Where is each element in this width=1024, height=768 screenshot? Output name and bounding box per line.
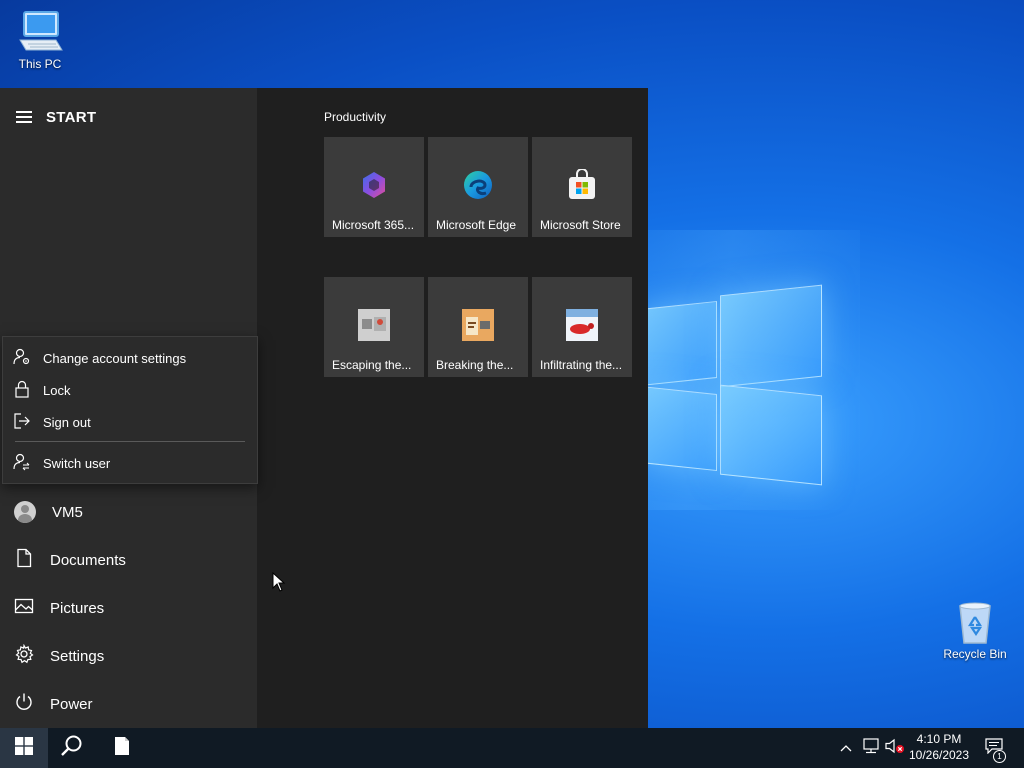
- show-hidden-icons-button[interactable]: [836, 728, 856, 768]
- tile-escaping-the[interactable]: Escaping the...: [324, 277, 424, 377]
- document-icon: [14, 548, 34, 572]
- picture-icon: [14, 596, 34, 620]
- wallpaper-windows-logo: [640, 284, 825, 486]
- change-account-settings-item[interactable]: Change account settings: [13, 345, 186, 371]
- notification-icon: 1: [985, 737, 1006, 763]
- user-account-button[interactable]: VM5: [14, 496, 83, 528]
- tile-microsoft-store[interactable]: Microsoft Store: [532, 137, 632, 237]
- tile-label: Microsoft 365...: [332, 218, 415, 232]
- desktop-icon-recycle-bin[interactable]: Recycle Bin: [935, 600, 1015, 661]
- nav-label: Pictures: [50, 599, 105, 617]
- computer-icon: [16, 10, 64, 54]
- tile-label: Microsoft Edge: [436, 218, 517, 232]
- menu-label: Change account settings: [43, 350, 187, 366]
- settings-button[interactable]: Settings: [14, 640, 104, 672]
- desktop-icon-label: This PC: [18, 57, 62, 71]
- file-icon: [114, 736, 130, 761]
- volume-button[interactable]: [884, 728, 906, 768]
- menu-label: Switch user: [43, 455, 111, 471]
- tile-label: Infiltrating the...: [540, 358, 623, 372]
- clock-date: 10/26/2023: [908, 748, 970, 762]
- tile-label: Microsoft Store: [540, 218, 621, 232]
- mouse-pointer-icon: [272, 571, 286, 597]
- nav-label: Documents: [50, 551, 126, 569]
- edge-icon: [462, 169, 494, 201]
- nav-label: Power: [50, 695, 93, 713]
- tile-microsoft-edge[interactable]: Microsoft Edge: [428, 137, 528, 237]
- taskbar: 4:10 PM 10/26/2023 1: [0, 728, 1024, 768]
- action-center-button[interactable]: 1: [982, 728, 1006, 768]
- chevron-up-icon: [840, 739, 852, 757]
- start-menu: START Change account settings Lock Sign …: [0, 88, 648, 728]
- clock-button[interactable]: 4:10 PM 10/26/2023: [905, 731, 973, 763]
- game-thumbnail-icon: [358, 309, 390, 341]
- tile-label: Breaking the...: [436, 358, 514, 372]
- start-title: START: [46, 108, 97, 126]
- user-avatar-icon: [14, 501, 36, 523]
- notification-count-badge: 1: [993, 749, 1006, 763]
- power-button[interactable]: Power: [14, 688, 93, 720]
- search-button[interactable]: [48, 728, 96, 768]
- tile-group-title: Productivity: [324, 110, 387, 124]
- tile-microsoft-365[interactable]: Microsoft 365...: [324, 137, 424, 237]
- volume-muted-icon: [885, 738, 905, 759]
- switch-user-icon: [13, 453, 31, 474]
- tile-infiltrating-the[interactable]: Infiltrating the...: [532, 277, 632, 377]
- menu-label: Sign out: [43, 414, 91, 430]
- start-header: START: [16, 108, 96, 126]
- sign-out-item[interactable]: Sign out: [13, 409, 91, 435]
- start-button[interactable]: [0, 728, 48, 768]
- documents-button[interactable]: Documents: [14, 544, 126, 576]
- desktop-icon-this-pc[interactable]: This PC: [0, 10, 80, 71]
- account-flyout: Change account settings Lock Sign out Sw: [2, 336, 258, 484]
- desktop-icon-label: Recycle Bin: [943, 647, 1007, 661]
- flyout-divider: [15, 441, 245, 442]
- menu-label: Lock: [43, 382, 71, 398]
- user-name: VM5: [52, 503, 83, 521]
- start-menu-left-pane: START Change account settings Lock Sign …: [0, 88, 258, 728]
- lock-icon: [13, 380, 31, 401]
- lock-item[interactable]: Lock: [13, 377, 70, 403]
- game-thumbnail-icon: [566, 309, 598, 341]
- pictures-button[interactable]: Pictures: [14, 592, 104, 624]
- switch-user-item[interactable]: Switch user: [13, 450, 110, 476]
- tile-label: Escaping the...: [332, 358, 412, 372]
- network-button[interactable]: [860, 728, 882, 768]
- power-icon: [14, 692, 34, 716]
- person-settings-icon: [13, 348, 31, 369]
- taskbar-file-button[interactable]: [98, 728, 146, 768]
- tile-breaking-the[interactable]: Breaking the...: [428, 277, 528, 377]
- search-icon: [60, 734, 84, 763]
- recycle-bin-icon: [951, 600, 999, 644]
- network-icon: [862, 737, 880, 759]
- nav-label: Settings: [50, 647, 105, 665]
- clock-time: 4:10 PM: [916, 732, 962, 746]
- microsoft-365-icon: [358, 169, 390, 201]
- hamburger-menu-icon[interactable]: [16, 111, 32, 123]
- game-thumbnail-icon: [462, 309, 494, 341]
- sign-out-icon: [13, 412, 31, 433]
- windows-logo-icon: [15, 736, 33, 760]
- store-icon: [566, 168, 598, 201]
- gear-icon: [14, 643, 34, 668]
